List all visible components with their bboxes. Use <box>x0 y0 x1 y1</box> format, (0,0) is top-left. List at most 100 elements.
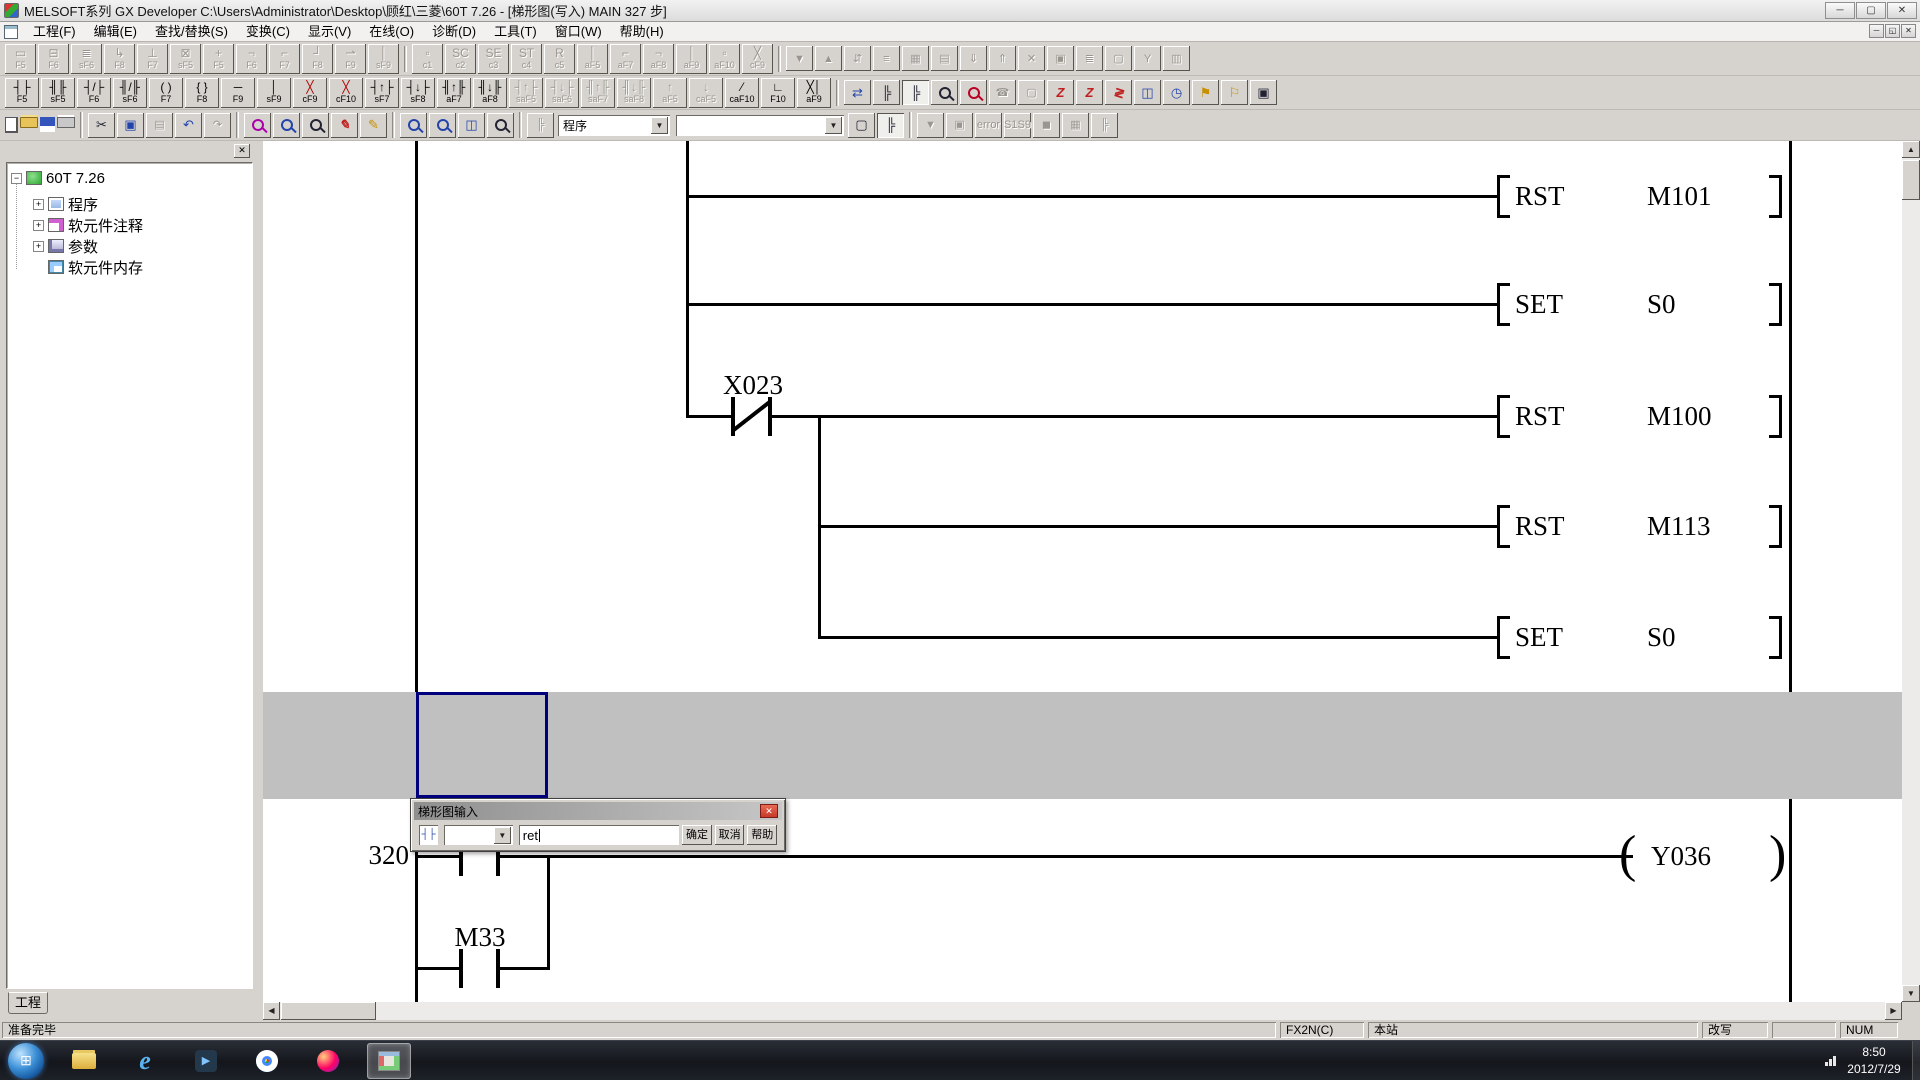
horizontal-line-button[interactable]: ─ F9 <box>221 78 255 108</box>
invert-result-fall-button[interactable]: ↓ caF5 <box>689 78 723 108</box>
scroll-left-icon[interactable]: ◀ <box>263 1002 280 1020</box>
sfc-step-button[interactable]: ▭ F5 <box>5 44 36 74</box>
chevron-down-icon[interactable]: ▼ <box>651 117 668 134</box>
project-tree-toggle-icon[interactable]: ╠ <box>527 113 554 138</box>
sfc-end-button[interactable]: ⊥ F7 <box>137 44 168 74</box>
application-instruction-button[interactable]: { } F8 <box>185 78 219 108</box>
sfc-st-button[interactable]: ST c4 <box>511 44 542 74</box>
delete-icon[interactable]: ✕ <box>1018 46 1045 71</box>
menu-item[interactable]: 工具(T) <box>485 24 546 39</box>
sfc-block-button[interactable]: ⊟ F6 <box>38 44 69 74</box>
show-desktop-button[interactable] <box>1912 1041 1920 1080</box>
sfc-line-button[interactable]: │ sF9 <box>368 44 399 74</box>
maximize-button[interactable]: ▢ <box>1856 2 1886 19</box>
close-icon[interactable]: ✕ <box>760 804 778 818</box>
menu-item[interactable]: 查找/替换(S) <box>146 24 237 39</box>
menu-item[interactable]: 诊断(D) <box>423 24 485 39</box>
block-info-icon[interactable]: ▤ <box>931 46 958 71</box>
monitor-list-icon[interactable]: ≣ <box>1076 46 1103 71</box>
symbol-type-button[interactable]: ┤├ <box>419 825 438 845</box>
statement-icon[interactable]: ⚑ <box>1192 80 1219 105</box>
delete-vline-button[interactable]: ╳ cF10 <box>329 78 363 108</box>
chevron-down-icon[interactable]: ▼ <box>494 827 511 844</box>
copy-icon[interactable]: ▣ <box>117 113 144 138</box>
ok-button[interactable]: 确定 <box>682 825 712 845</box>
horizontal-scrollbar[interactable]: ◀ ▶ <box>263 1002 1902 1020</box>
cancel-button[interactable]: 取消 <box>715 825 745 845</box>
convert-icon[interactable]: Z <box>1047 80 1074 105</box>
window-split-icon[interactable]: ▣ <box>1250 80 1277 105</box>
coil-button[interactable]: ( ) F7 <box>149 78 183 108</box>
minimize-button[interactable]: ─ <box>1825 2 1855 19</box>
sfc-route4-button[interactable]: ▫ aF10 <box>709 44 740 74</box>
falling-pulse-button[interactable]: ┤↓├ sF8 <box>401 78 435 108</box>
monitor-stop-icon[interactable]: ▢ <box>1018 80 1045 105</box>
convert-run-icon[interactable]: Z <box>1076 80 1103 105</box>
expand-icon[interactable]: + <box>33 199 44 210</box>
taskbar-explorer-icon[interactable] <box>62 1043 106 1079</box>
delete-hline-button[interactable]: ╳ cF9 <box>293 78 327 108</box>
sfc-par-div-button[interactable]: ┘ F8 <box>302 44 333 74</box>
filter-icon[interactable]: Y <box>1134 46 1161 71</box>
taskbar-ie-icon[interactable]: e <box>123 1043 167 1079</box>
open-branch-button[interactable]: ╢╟ sF5 <box>41 78 75 108</box>
tree-root[interactable]: − 60T 7.26 <box>11 168 105 188</box>
block-list-icon[interactable]: ▦ <box>902 46 929 71</box>
sort-step-icon[interactable]: S1S9 <box>1004 113 1031 138</box>
invert-operation-button[interactable]: ⁄ caF10 <box>725 78 759 108</box>
mdi-document-icon[interactable] <box>4 25 18 39</box>
tree-down-icon[interactable]: ╠ <box>1091 113 1118 138</box>
sfc-comment-button[interactable]: ▫ c1 <box>412 44 443 74</box>
list-icon[interactable]: ≡ <box>873 46 900 71</box>
project-data-list-icon[interactable]: ╠ <box>873 80 900 105</box>
cut-icon[interactable]: ✂ <box>88 113 115 138</box>
sfc-se-button[interactable]: SE c3 <box>478 44 509 74</box>
program-type-combo[interactable]: 程序 ▼ <box>558 115 670 136</box>
print-icon[interactable] <box>57 117 75 128</box>
device-combo[interactable]: ▼ <box>676 115 844 136</box>
comment-display-icon[interactable]: ◫ <box>1134 80 1161 105</box>
monitor-win-icon[interactable]: ▢ <box>1105 46 1132 71</box>
expand-icon[interactable]: + <box>33 241 44 252</box>
sfc-delete-button[interactable]: ╳ cF9 <box>742 44 773 74</box>
write-mode-icon[interactable]: ✎ <box>331 113 358 138</box>
find-block-icon[interactable]: ▲ <box>815 46 842 71</box>
scroll-right-icon[interactable]: ▶ <box>1885 1002 1902 1020</box>
vertical-scrollbar[interactable]: ▲ ▼ <box>1902 141 1920 1002</box>
save-project-icon[interactable] <box>40 117 55 132</box>
menu-item[interactable]: 帮助(H) <box>611 24 673 39</box>
project-tab[interactable]: 工程 <box>8 992 48 1014</box>
sfc-jump-button[interactable]: ↳ F8 <box>104 44 135 74</box>
invert-result-rise-button[interactable]: ↑ aF5 <box>653 78 687 108</box>
note-icon[interactable]: ⚐ <box>1221 80 1248 105</box>
download-icon[interactable]: ⇓ <box>960 46 987 71</box>
menu-item[interactable]: 变换(C) <box>237 24 299 39</box>
taskbar-clock[interactable]: 8:50 2012/7/29 <box>1838 1044 1910 1078</box>
error-jump-icon[interactable]: error <box>975 113 1002 138</box>
find-device-icon[interactable] <box>931 80 958 105</box>
sfc-series-button[interactable]: ≣ sF6 <box>71 44 102 74</box>
instruction-input[interactable]: ret <box>519 825 679 845</box>
grid-icon[interactable]: ▦ <box>1062 113 1089 138</box>
mdi-restore-button[interactable]: ◱ <box>1885 24 1900 38</box>
rising-pulse-close-button[interactable]: ┤↑├ saF5 <box>509 78 543 108</box>
taskbar-chrome-icon[interactable] <box>245 1043 289 1079</box>
new-project-icon[interactable] <box>5 117 18 133</box>
falling-branch-close-button[interactable]: ╢↓╟ saF8 <box>617 78 651 108</box>
contrast-icon[interactable]: ◼ <box>1033 113 1060 138</box>
rising-pulse-button[interactable]: ┤↑├ sF7 <box>365 78 399 108</box>
cascade-icon[interactable]: ▣ <box>946 113 973 138</box>
menu-item[interactable]: 窗口(W) <box>546 24 611 39</box>
sfc-sel-div-button[interactable]: ¬ F6 <box>236 44 267 74</box>
find-device-icon[interactable] <box>273 113 300 138</box>
monitor-registration-icon[interactable]: ◷ <box>1163 80 1190 105</box>
find-instruction-icon[interactable] <box>302 113 329 138</box>
edit-mode-icon[interactable]: ╠ <box>902 80 929 105</box>
dialog-title-bar[interactable]: 梯形图输入 ✕ <box>414 802 782 820</box>
monitor-mode-icon[interactable]: ☎ <box>989 80 1016 105</box>
mdi-close-button[interactable]: ✕ <box>1901 24 1916 38</box>
convert-block-icon[interactable]: ≷ <box>1105 80 1132 105</box>
zoom-in-icon[interactable] <box>400 113 427 138</box>
sfc-vline-button[interactable]: │ aF5 <box>577 44 608 74</box>
zoom-ratio-icon[interactable] <box>487 113 514 138</box>
